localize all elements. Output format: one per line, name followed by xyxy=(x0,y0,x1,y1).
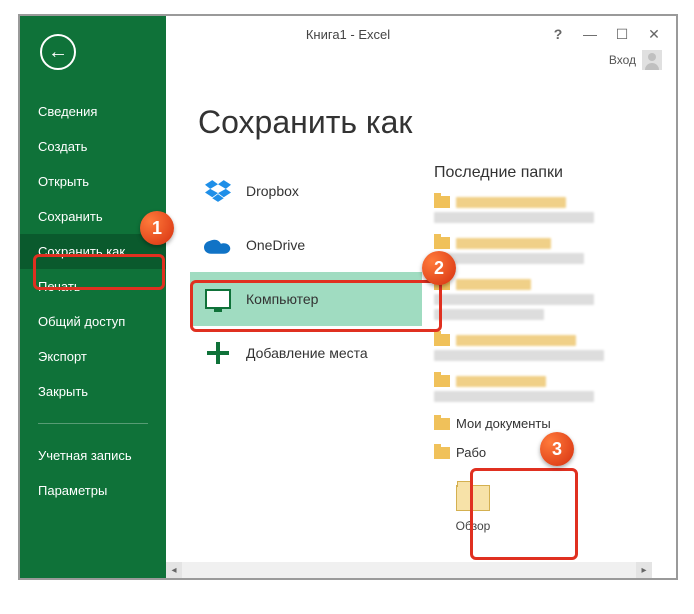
place-label: OneDrive xyxy=(246,237,305,253)
avatar-icon xyxy=(642,50,662,70)
browse-label: Обзор xyxy=(456,519,491,533)
place-label: Добавление места xyxy=(246,345,368,361)
nav-close[interactable]: Закрыть xyxy=(20,374,166,409)
plus-icon xyxy=(204,342,232,364)
nav-export[interactable]: Экспорт xyxy=(20,339,166,374)
scroll-track[interactable] xyxy=(182,562,636,578)
nav-share[interactable]: Общий доступ xyxy=(20,304,166,339)
folder-icon xyxy=(434,334,450,346)
minimize-button[interactable]: — xyxy=(574,22,606,46)
place-add-location[interactable]: Добавление места xyxy=(190,326,422,380)
login-area[interactable]: Вход xyxy=(609,50,662,70)
annotation-badge-3: 3 xyxy=(540,432,574,466)
place-onedrive[interactable]: OneDrive xyxy=(190,218,422,272)
recent-folder-item[interactable] xyxy=(434,334,666,361)
main-pane: Dropbox OneDrive Компьютер Добавление ме… xyxy=(166,72,676,572)
annotation-badge-1: 1 xyxy=(140,211,174,245)
nav-print[interactable]: Печать xyxy=(20,269,166,304)
window-title: Книга1 - Excel xyxy=(306,27,390,42)
computer-icon xyxy=(204,288,232,310)
recent-folder-my-documents[interactable]: Мои документы xyxy=(434,416,666,431)
nav-info[interactable]: Сведения xyxy=(20,94,166,129)
nav-account[interactable]: Учетная запись xyxy=(20,438,166,473)
onedrive-icon xyxy=(204,234,232,256)
browse-button[interactable]: Обзор xyxy=(434,474,512,544)
back-arrow-icon: ← xyxy=(48,42,68,62)
recent-pane: Последние папки xyxy=(422,72,676,572)
recent-folder-item[interactable] xyxy=(434,237,666,264)
place-label: Dropbox xyxy=(246,183,299,199)
folder-icon xyxy=(434,196,450,208)
back-button[interactable]: ← xyxy=(40,34,76,70)
save-places-list: Dropbox OneDrive Компьютер Добавление ме… xyxy=(166,72,422,572)
folder-icon xyxy=(434,237,450,249)
folder-icon xyxy=(434,418,450,430)
backstage-sidebar: ← Сведения Создать Открыть Сохранить Сох… xyxy=(20,16,166,578)
folder-icon xyxy=(434,447,450,459)
place-computer[interactable]: Компьютер xyxy=(190,272,422,326)
close-button[interactable]: ✕ xyxy=(638,22,670,46)
place-dropbox[interactable]: Dropbox xyxy=(190,164,422,218)
nav-options[interactable]: Параметры xyxy=(20,473,166,508)
scroll-left-arrow-icon[interactable]: ◂ xyxy=(166,562,182,578)
app-window: Книга1 - Excel ? — ☐ ✕ Вход ← Сведения С… xyxy=(18,14,678,580)
nav-open[interactable]: Открыть xyxy=(20,164,166,199)
place-label: Компьютер xyxy=(246,291,318,307)
recent-title: Последние папки xyxy=(434,164,666,182)
scroll-right-arrow-icon[interactable]: ▸ xyxy=(636,562,652,578)
annotation-badge-2: 2 xyxy=(422,251,456,285)
nav-divider xyxy=(38,423,148,424)
maximize-button[interactable]: ☐ xyxy=(606,22,638,46)
dropbox-icon xyxy=(204,180,232,202)
recent-folder-item[interactable] xyxy=(434,375,666,402)
folder-icon xyxy=(434,375,450,387)
login-label: Вход xyxy=(609,53,636,67)
folder-open-icon xyxy=(456,485,490,511)
help-button[interactable]: ? xyxy=(542,22,574,46)
recent-folder-item[interactable] xyxy=(434,196,666,223)
horizontal-scrollbar[interactable]: ◂ ▸ xyxy=(166,562,652,578)
nav-new[interactable]: Создать xyxy=(20,129,166,164)
recent-folder-item[interactable] xyxy=(434,278,666,320)
